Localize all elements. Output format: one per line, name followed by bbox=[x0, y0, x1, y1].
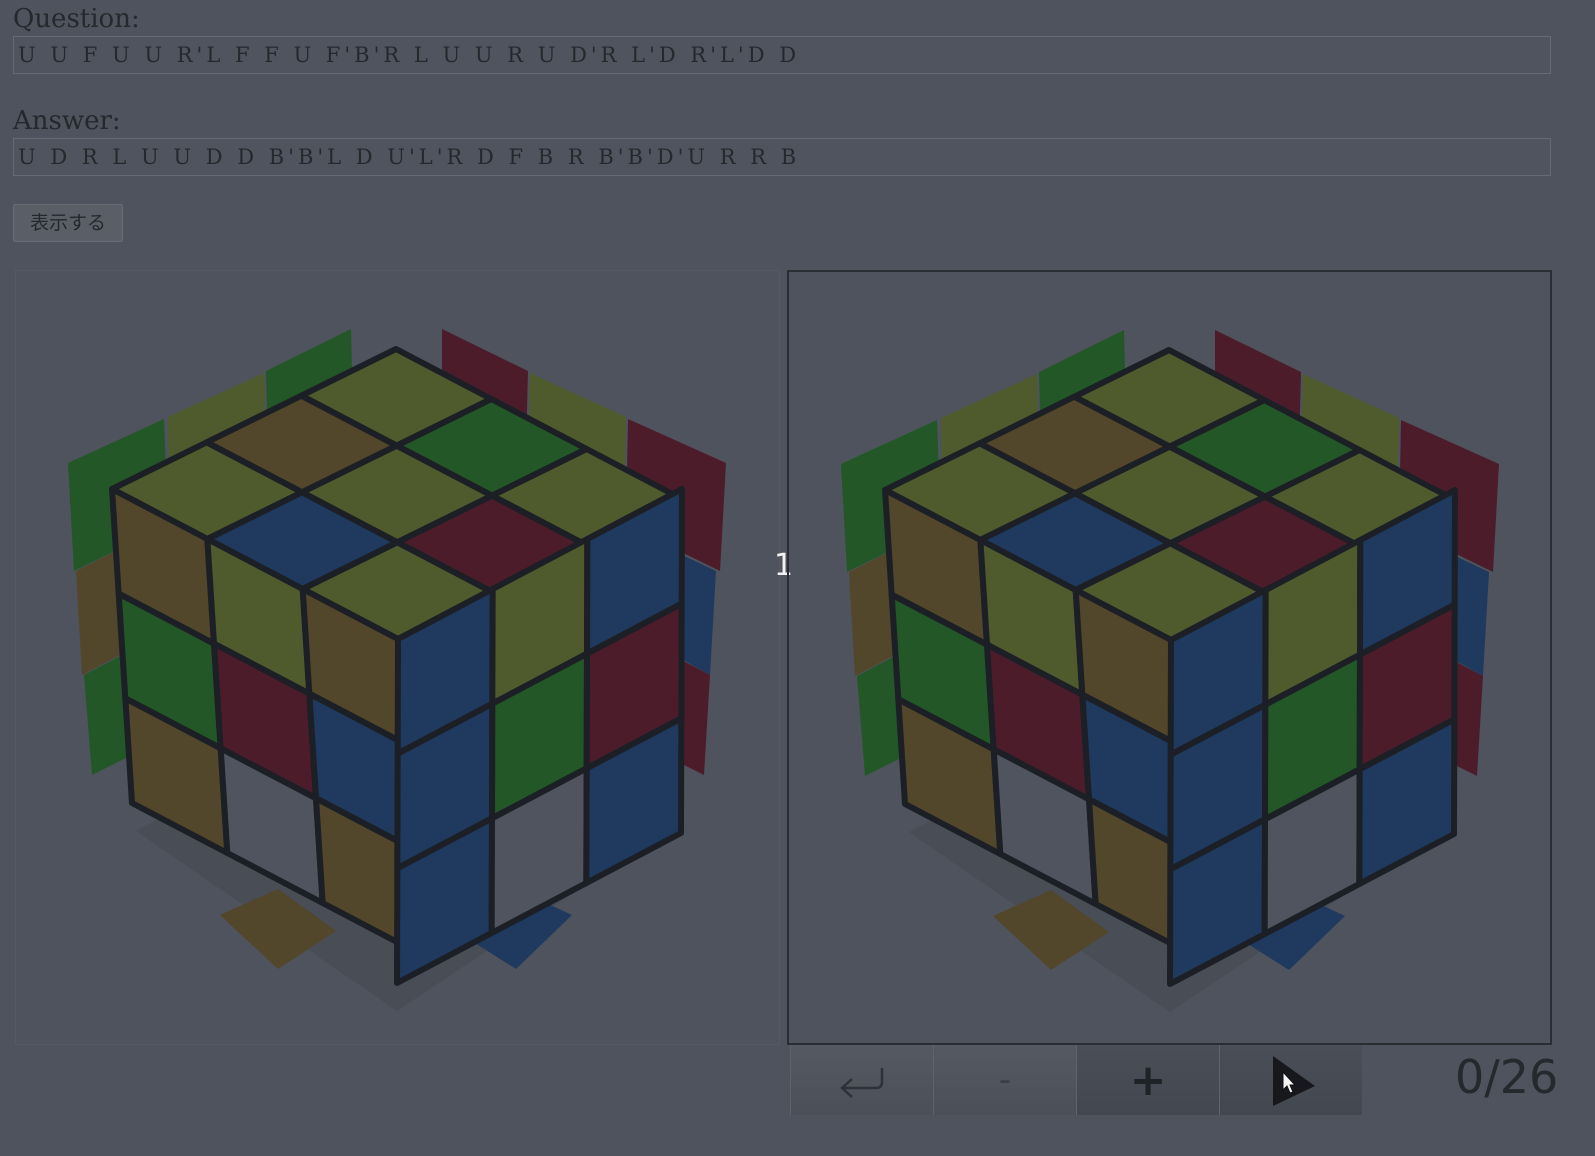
answer-label: Answer: bbox=[13, 106, 121, 136]
ghost-left-facelet bbox=[849, 552, 893, 676]
counter-current: 0 bbox=[1455, 1050, 1485, 1104]
back-button[interactable] bbox=[790, 1045, 933, 1115]
minus-button[interactable]: - bbox=[933, 1045, 1076, 1115]
question-label: Question: bbox=[13, 4, 140, 34]
question-field[interactable]: U U F U U R'L F F U F'B'R L U U R U D'R … bbox=[13, 36, 1551, 74]
counter-total: 26 bbox=[1499, 1050, 1559, 1104]
show-button[interactable]: 表示する bbox=[13, 204, 123, 242]
play-button[interactable] bbox=[1219, 1045, 1362, 1115]
cube-view-right[interactable] bbox=[787, 270, 1552, 1045]
cube-left-canvas[interactable] bbox=[16, 271, 779, 1044]
return-arrow-icon bbox=[840, 1068, 884, 1098]
playback-controls: - + bbox=[790, 1045, 1362, 1115]
move-counter: 0/26 bbox=[1455, 1050, 1558, 1104]
answer-field[interactable]: U D R L U U D D B'B'L D U'L'R D F B R B'… bbox=[13, 138, 1551, 176]
plus-button[interactable]: + bbox=[1076, 1045, 1219, 1115]
counter-separator: / bbox=[1484, 1050, 1500, 1104]
cube-view-left[interactable] bbox=[15, 270, 780, 1045]
cube-solver-page: Question: U U F U U R'L F F U F'B'R L U … bbox=[0, 0, 1595, 1156]
play-icon bbox=[1273, 1056, 1315, 1106]
ghost-left-facelet bbox=[76, 551, 120, 675]
cube-right-canvas[interactable] bbox=[789, 272, 1550, 1043]
